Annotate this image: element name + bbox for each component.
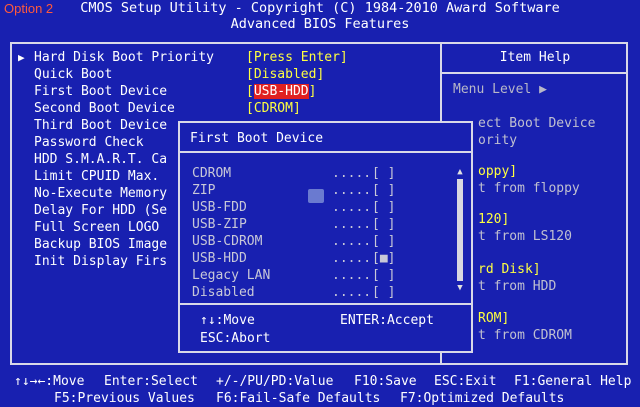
- scroll-thumb[interactable]: [457, 179, 463, 281]
- key-hint-general-help: F1:General Help: [514, 374, 632, 389]
- option-dots: .....: [332, 234, 372, 249]
- option-radio[interactable]: [ ]: [372, 233, 395, 250]
- option-dots: .....: [332, 217, 372, 232]
- key-hint-save: F10:Save: [354, 374, 417, 389]
- setting-label: Init Display Firs: [34, 254, 168, 269]
- option-dots: .....: [332, 285, 372, 300]
- option-name: USB-CDROM: [192, 234, 263, 249]
- setting-label: Delay For HDD (Se: [34, 203, 168, 218]
- option-name: ZIP: [192, 183, 216, 198]
- option-name: Legacy LAN: [192, 268, 271, 283]
- help-text: t from HDD: [478, 279, 557, 294]
- boot-option-cdrom[interactable]: CDROM ..... [ ]: [192, 165, 452, 182]
- setting-label: No-Execute Memory: [34, 186, 168, 201]
- help-text: t from floppy: [478, 181, 580, 196]
- popup-hint-abort: ESC:Abort: [200, 331, 271, 346]
- option-radio[interactable]: [ ]: [372, 216, 395, 233]
- setting-label: First Boot Device: [34, 84, 168, 99]
- bracket-close: ]: [308, 84, 317, 99]
- option-dots: .....: [332, 251, 372, 266]
- drag-cursor-icon: [308, 189, 324, 203]
- setting-value[interactable]: [CDROM]: [246, 100, 301, 117]
- setting-label: Limit CPUID Max.: [34, 169, 160, 184]
- setting-label: Password Check: [34, 135, 144, 150]
- popup-divider: [180, 303, 471, 305]
- boot-option-disabled[interactable]: Disabled ..... [ ]: [192, 284, 452, 301]
- option-dots: .....: [332, 268, 372, 283]
- boot-option-usb-hdd[interactable]: USB-HDD ..... [■]: [192, 250, 452, 267]
- popup-divider: [180, 151, 471, 153]
- help-text: 120]: [478, 212, 510, 227]
- scroll-up-icon[interactable]: ▲: [454, 167, 466, 177]
- option-name: USB-HDD: [192, 251, 247, 266]
- help-text: ROM]: [478, 311, 510, 326]
- setting-label: Quick Boot: [34, 67, 113, 82]
- help-text: ect Boot Device: [478, 116, 596, 131]
- key-hint-previous-values: F5:Previous Values: [54, 391, 195, 406]
- key-hint-fail-safe-defaults: F6:Fail-Safe Defaults: [216, 391, 381, 406]
- setting-value-selected[interactable]: [USB-HDD]: [246, 83, 316, 100]
- item-help-title: Item Help: [499, 50, 571, 65]
- help-text: ority: [478, 133, 518, 148]
- popup-title: First Boot Device: [190, 131, 324, 146]
- setting-label: HDD S.M.A.R.T. Ca: [34, 152, 168, 167]
- menu-level: Menu Level ▶: [453, 82, 547, 97]
- key-hint-value: +/-/PU/PD:Value: [216, 374, 334, 389]
- popup-hint-accept: ENTER:Accept: [340, 313, 434, 328]
- option-radio[interactable]: [ ]: [372, 165, 395, 182]
- setting-value[interactable]: [Press Enter]: [246, 49, 348, 66]
- option-radio[interactable]: [ ]: [372, 182, 395, 199]
- bracket-open: [: [246, 84, 254, 99]
- first-boot-device-popup: First Boot Device CDROM ..... [ ] ZIP ..…: [178, 121, 473, 353]
- option-overlay-label: Option 2: [0, 0, 58, 18]
- setting-hard-disk-boot-priority[interactable]: ▶ Hard Disk Boot Priority [Press Enter]: [0, 49, 440, 66]
- setting-quick-boot[interactable]: Quick Boot [Disabled]: [0, 66, 440, 83]
- option-name: USB-ZIP: [192, 217, 247, 232]
- key-hint-optimized-defaults: F7:Optimized Defaults: [400, 391, 565, 406]
- help-text: rd Disk]: [478, 262, 541, 277]
- setting-first-boot-device[interactable]: First Boot Device [USB-HDD]: [0, 83, 440, 100]
- setting-label: Second Boot Device: [34, 101, 175, 116]
- popup-scrollbar[interactable]: ▲ ▼: [454, 167, 466, 293]
- bios-header: CMOS Setup Utility - Copyright (C) 1984-…: [0, 0, 640, 34]
- boot-option-usb-zip[interactable]: USB-ZIP ..... [ ]: [192, 216, 452, 233]
- option-dots: .....: [332, 166, 372, 181]
- option-radio-selected[interactable]: [■]: [372, 250, 395, 267]
- help-text: t from LS120: [478, 229, 572, 244]
- setting-value[interactable]: [Disabled]: [246, 66, 324, 83]
- help-text: t from CDROM: [478, 328, 572, 343]
- popup-hint-move: ↑↓:Move: [200, 313, 255, 328]
- header-page-title: Advanced BIOS Features: [230, 16, 410, 32]
- help-text: oppy]: [478, 164, 518, 179]
- option-radio[interactable]: [ ]: [372, 284, 395, 301]
- option-name: Disabled: [192, 285, 255, 300]
- setting-label: Hard Disk Boot Priority: [34, 50, 215, 65]
- submenu-arrow-icon: ▶: [18, 51, 25, 64]
- highlighted-value: USB-HDD: [253, 84, 309, 99]
- scroll-down-icon[interactable]: ▼: [454, 283, 466, 293]
- key-hint-move: ↑↓→←:Move: [14, 374, 85, 389]
- key-hint-exit: ESC:Exit: [434, 374, 497, 389]
- key-hint-select: Enter:Select: [104, 374, 198, 389]
- setting-second-boot-device[interactable]: Second Boot Device [CDROM]: [0, 100, 440, 117]
- setting-label: Third Boot Device: [34, 118, 168, 133]
- option-dots: .....: [332, 183, 372, 198]
- help-divider: [442, 72, 628, 74]
- boot-option-usb-cdrom[interactable]: USB-CDROM ..... [ ]: [192, 233, 452, 250]
- option-dots: .....: [332, 200, 372, 215]
- boot-option-legacy-lan[interactable]: Legacy LAN ..... [ ]: [192, 267, 452, 284]
- option-radio[interactable]: [ ]: [372, 267, 395, 284]
- option-radio[interactable]: [ ]: [372, 199, 395, 216]
- option-name: CDROM: [192, 166, 232, 181]
- setting-label: Full Screen LOGO: [34, 220, 160, 235]
- setting-label: Backup BIOS Image: [34, 237, 168, 252]
- header-copyright: CMOS Setup Utility - Copyright (C) 1984-…: [80, 0, 560, 16]
- option-name: USB-FDD: [192, 200, 247, 215]
